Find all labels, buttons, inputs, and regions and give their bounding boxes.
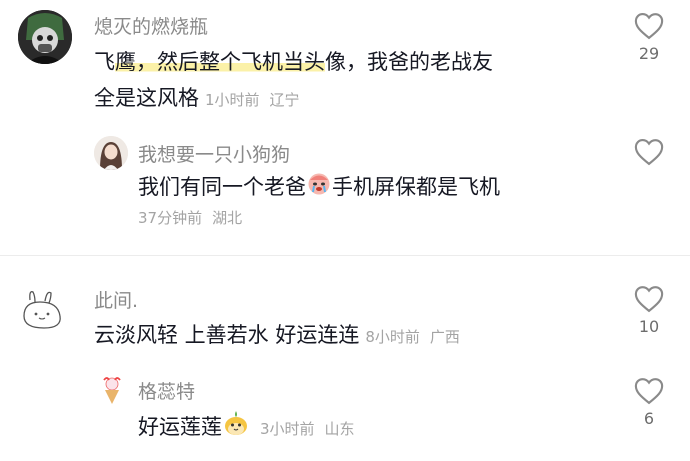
avatar[interactable]	[18, 10, 72, 64]
like-button[interactable]	[629, 138, 669, 170]
reply-username[interactable]: 格蕊特	[138, 377, 195, 404]
divider	[0, 255, 690, 256]
heart-outline-icon	[634, 13, 664, 40]
comment-username[interactable]: 熄灭的燃烧瓶	[94, 12, 208, 39]
reply-location: 湖北	[212, 209, 243, 227]
like-button[interactable]: 10	[629, 285, 669, 336]
like-count: 6	[643, 409, 655, 428]
comment-text-line2: 全是这风格 1小时前 辽宁	[94, 81, 300, 117]
comment-username[interactable]: 此间.	[94, 286, 138, 313]
comment-text-part: 像，我爸的老战友	[325, 50, 493, 74]
reply-username[interactable]: 我想要一只小狗狗	[138, 140, 290, 167]
avatar-image	[23, 291, 61, 329]
lotus-character-emoji	[222, 409, 250, 447]
comment-time: 8小时前	[365, 328, 420, 346]
reply-avatar[interactable]	[96, 374, 128, 406]
comment-location: 广西	[429, 328, 460, 346]
like-count: 29	[638, 44, 660, 63]
avatar[interactable]	[16, 286, 70, 340]
comment-text-part: 全是这风格	[94, 86, 199, 110]
reply-meta: 37分钟前 湖北	[132, 207, 242, 228]
comment-text-part: 飞	[94, 50, 115, 74]
reply-text-part: 手机屏保都是飞机	[332, 175, 500, 199]
reply-time: 3小时前	[260, 420, 315, 438]
avatar-image	[18, 10, 72, 64]
heart-outline-icon	[634, 139, 664, 166]
comment-text-part: 云淡风轻 上善若水 好运连连	[94, 323, 360, 347]
like-count: 10	[638, 317, 660, 336]
reply-text: 我们有同一个老爸 手机屏保都是飞机	[138, 170, 500, 206]
reply-time: 37分钟前	[138, 209, 203, 227]
reply-text-part: 我们有同一个老爸	[138, 175, 306, 199]
heart-outline-icon	[634, 378, 664, 405]
like-button[interactable]: 6	[629, 377, 669, 428]
comment-location: 辽宁	[269, 91, 300, 109]
comment-text: 云淡风轻 上善若水 好运连连 8小时前 广西	[94, 318, 460, 354]
reply-text-part: 好运莲莲	[138, 415, 222, 439]
comment-text: 飞鹰，然后整个飞机当头像，我爸的老战友	[94, 45, 493, 79]
avatar-image	[96, 374, 128, 406]
avatar-image	[94, 136, 128, 170]
comment-time: 1小时前	[205, 91, 260, 109]
reply-location: 山东	[324, 420, 355, 438]
heart-outline-icon	[634, 286, 664, 313]
crying-face-emoji	[306, 170, 332, 206]
like-button[interactable]: 29	[629, 12, 669, 63]
reply-text: 好运莲莲 3小时前 山东	[138, 409, 355, 447]
reply-avatar[interactable]	[94, 136, 128, 170]
highlighted-text: 鹰，然后整个飞机当头	[115, 50, 325, 74]
